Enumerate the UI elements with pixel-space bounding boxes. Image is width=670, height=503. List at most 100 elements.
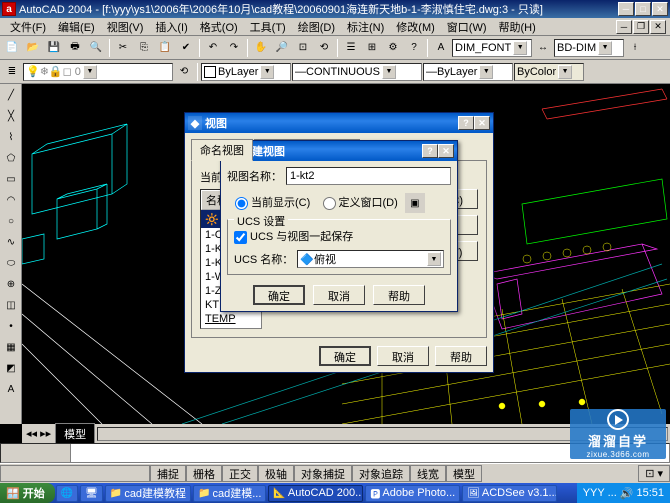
undo-icon[interactable]: ↶ [203,38,223,58]
match-icon[interactable]: ✔ [176,38,196,58]
mdi-close-button[interactable]: ✕ [650,20,666,34]
ucs-save-checkbox[interactable] [234,231,247,244]
redo-icon[interactable]: ↷ [224,38,244,58]
font-combo[interactable]: DIM_FONT▼ [452,39,532,57]
help-button[interactable]: 帮助 [435,346,487,366]
task-item[interactable]: 📁cad建模... [193,485,266,502]
dim-combo[interactable]: BD-DIM▼ [554,39,624,57]
color-combo[interactable]: ByLayer▼ [201,63,291,81]
pan-icon[interactable]: ✋ [251,38,271,58]
define-window-icon[interactable]: ▣ [405,193,425,213]
new-icon[interactable]: 📄 [2,38,22,58]
task-item[interactable]: 📁cad建模教程 [105,485,191,502]
model-toggle[interactable]: 模型 [446,465,482,482]
dc-icon[interactable]: ⊞ [362,38,382,58]
menu-format[interactable]: 格式(O) [194,17,244,37]
minimize-button[interactable]: ─ [618,2,634,16]
lwt-toggle[interactable]: 线宽 [410,465,446,482]
save-icon[interactable]: 💾 [44,38,64,58]
dialog-help-button[interactable]: ? [422,144,438,158]
tab-model[interactable]: 模型 [55,423,95,445]
copy-icon[interactable]: ⎘ [134,38,154,58]
list-item[interactable]: TEMP [201,312,261,326]
zoom-win-icon[interactable]: ⊡ [293,38,313,58]
menu-insert[interactable]: 插入(I) [149,17,193,37]
radio-current-input[interactable] [235,197,248,210]
dialog-close-button[interactable]: ✕ [438,144,454,158]
menu-tools[interactable]: 工具(T) [244,17,292,37]
task-item[interactable]: 🅿Adobe Photo... [365,485,460,502]
menu-window[interactable]: 窗口(W) [441,17,493,37]
tab-named[interactable]: 命名视图 [191,139,253,161]
menu-draw[interactable]: 绘图(D) [292,17,341,37]
zoom-rt-icon[interactable]: 🔎 [272,38,292,58]
menu-dim[interactable]: 标注(N) [341,17,390,37]
help-icon[interactable]: ? [404,38,424,58]
ok-button[interactable]: 确定 [319,346,371,366]
arc-icon[interactable]: ◠ [1,190,21,210]
polar-toggle[interactable]: 极轴 [258,465,294,482]
preview-icon[interactable]: 🔍 [86,38,106,58]
spline-icon[interactable]: ∿ [1,232,21,252]
ellipse-icon[interactable]: ⬭ [1,253,21,273]
cancel-button[interactable]: 取消 [313,285,365,305]
point-icon[interactable]: • [1,316,21,336]
dialog-close-button[interactable]: ✕ [474,116,490,130]
layer-prev-icon[interactable]: ⟲ [174,62,194,82]
ok-button[interactable]: 确定 [253,285,305,305]
menu-edit[interactable]: 编辑(E) [52,17,101,37]
layer-mgr-icon[interactable]: ≣ [2,62,22,82]
lineweight-combo[interactable]: — ByLayer▼ [423,63,513,81]
print-icon[interactable]: 🖶 [65,38,85,58]
view-dialog-title[interactable]: ◆ 视图 ? ✕ [185,113,493,133]
layer-combo[interactable]: 💡❄🔒◻ 0▼ [23,63,173,81]
pline-icon[interactable]: ⌇ [1,127,21,147]
quicklaunch-desktop-icon[interactable]: 🖥 [80,485,103,502]
quicklaunch-ie-icon[interactable]: 🌐 [56,485,78,502]
block-icon[interactable]: ◫ [1,295,21,315]
zoom-prev-icon[interactable]: ⟲ [314,38,334,58]
cut-icon[interactable]: ✂ [113,38,133,58]
dim-icon[interactable]: ↔ [533,38,553,58]
mdi-min-button[interactable]: ─ [616,20,632,34]
open-icon[interactable]: 📂 [23,38,43,58]
task-item[interactable]: 🖼ACDSee v3.1... [462,485,557,502]
osnap-toggle[interactable]: 对象捕捉 [294,465,352,482]
menu-modify[interactable]: 修改(M) [390,17,441,37]
ucs-save-check[interactable]: UCS 与视图一起保存 [234,231,353,243]
start-button[interactable]: 🪟 开始 [0,483,55,503]
polygon-icon[interactable]: ⬠ [1,148,21,168]
xline-icon[interactable]: ╳ [1,106,21,126]
ucs-name-combo[interactable]: 🔷 俯视 ▼ [297,250,444,268]
task-item[interactable]: 📐AutoCAD 200... [268,485,363,502]
menu-help[interactable]: 帮助(H) [493,17,542,37]
hatch-icon[interactable]: ▦ [1,337,21,357]
rect-icon[interactable]: ▭ [1,169,21,189]
ortho-toggle[interactable]: 正交 [222,465,258,482]
grid-toggle[interactable]: 栅格 [186,465,222,482]
view-name-input[interactable] [286,167,451,185]
cancel-button[interactable]: 取消 [377,346,429,366]
menu-view[interactable]: 视图(V) [101,17,150,37]
radio-define-input[interactable] [323,197,336,210]
radio-current[interactable]: 当前显示(C) [235,197,310,209]
close-button[interactable]: ✕ [652,2,668,16]
plotstyle-combo[interactable]: ByColor▼ [514,63,584,81]
insert-icon[interactable]: ⊕ [1,274,21,294]
status-tray[interactable]: ⊡ ▾ [638,465,670,482]
otrack-toggle[interactable]: 对象追踪 [352,465,410,482]
help-button[interactable]: 帮助 [373,285,425,305]
properties-icon[interactable]: ☰ [341,38,361,58]
mdi-restore-button[interactable]: ❐ [633,20,649,34]
menu-file[interactable]: 文件(F) [4,17,52,37]
region-icon[interactable]: ◩ [1,358,21,378]
paste-icon[interactable]: 📋 [155,38,175,58]
system-tray[interactable]: YYY ... 🔊 15:51 [577,483,670,503]
circle-icon[interactable]: ○ [1,211,21,231]
linetype-combo[interactable]: — CONTINUOUS▼ [292,63,422,81]
maximize-button[interactable]: □ [635,2,651,16]
radio-define[interactable]: 定义窗口(D) [323,197,398,209]
text-icon[interactable]: A [431,38,451,58]
tool-icon[interactable]: ⚙ [383,38,403,58]
dialog-help-button[interactable]: ? [458,116,474,130]
